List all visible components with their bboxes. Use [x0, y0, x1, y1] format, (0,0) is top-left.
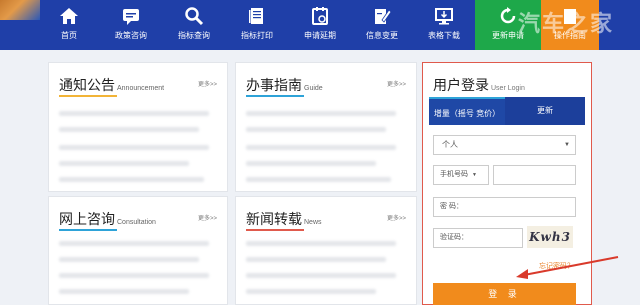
caret-down-icon: ▼ — [471, 172, 477, 178]
blurred-item[interactable] — [246, 241, 396, 246]
nav-info-change[interactable]: 信息变更 — [349, 0, 415, 50]
nav-label: 政策咨询 — [115, 31, 147, 40]
chat-icon — [123, 9, 139, 25]
blurred-item[interactable] — [246, 161, 376, 166]
panel-title: 办事指南 Guide — [246, 77, 323, 93]
blurred-item[interactable] — [59, 145, 209, 150]
blurred-item[interactable] — [246, 273, 396, 278]
blurred-item[interactable] — [59, 289, 189, 294]
panel-title: 新闻转载 News — [246, 211, 322, 227]
blurred-item[interactable] — [246, 127, 386, 132]
caret-down-icon: ▼ — [564, 142, 570, 148]
tab-update[interactable]: 更新 — [505, 97, 585, 125]
nav-query[interactable]: 指标查询 — [161, 0, 227, 50]
blurred-item[interactable] — [246, 177, 391, 182]
banner-decoration — [0, 0, 40, 20]
nav-print[interactable]: 指标打印 — [224, 0, 290, 50]
captcha-image[interactable]: Kwh3 — [527, 226, 573, 248]
monitor-icon — [435, 8, 453, 25]
login-button[interactable]: 登 录 — [433, 283, 576, 305]
nav-label: 指标查询 — [178, 31, 210, 40]
top-nav: 首页 政策咨询 指标查询 指标打印 申请延期 信息变更 表格下载 更新申请 操作… — [0, 0, 640, 50]
guide-panel: 办事指南 Guide 更多>> — [235, 62, 417, 192]
id-type-value: 手机号码 — [440, 171, 468, 178]
blurred-item[interactable] — [246, 289, 376, 294]
blurred-item[interactable] — [59, 273, 209, 278]
panel-title: 网上咨询 Consultation — [59, 211, 156, 227]
nav-label: 指标打印 — [241, 31, 273, 40]
id-type-select[interactable]: 手机号码 ▼ — [433, 165, 489, 185]
blurred-item[interactable] — [246, 145, 396, 150]
blurred-item[interactable] — [59, 127, 199, 132]
nav-label: 首页 — [61, 31, 77, 40]
more-link[interactable]: 更多>> — [198, 79, 217, 88]
blurred-item[interactable] — [246, 257, 386, 262]
nav-label: 信息变更 — [366, 31, 398, 40]
blurred-item[interactable] — [246, 111, 396, 116]
refresh-icon — [500, 7, 516, 24]
login-title: 用户登录 User Login — [433, 77, 525, 93]
nav-download[interactable]: 表格下载 — [411, 0, 477, 50]
more-link[interactable]: 更多>> — [387, 79, 406, 88]
document-icon — [249, 8, 263, 24]
title-underline — [246, 95, 304, 97]
nav-home[interactable]: 首页 — [36, 0, 102, 50]
more-link[interactable]: 更多>> — [387, 213, 406, 222]
home-icon — [60, 8, 78, 24]
annotation-arrow-icon — [516, 256, 619, 279]
watermark: 汽车之家 — [518, 11, 615, 36]
phone-input[interactable] — [493, 165, 576, 185]
nav-policy[interactable]: 政策咨询 — [98, 0, 164, 50]
consult-panel: 网上咨询 Consultation 更多>> — [48, 196, 228, 305]
user-type-value: 个人 — [442, 140, 458, 149]
blurred-item[interactable] — [59, 111, 209, 116]
nav-label: 申请延期 — [304, 31, 336, 40]
captcha-field[interactable]: 验证码： — [433, 228, 523, 248]
nav-extension[interactable]: 申请延期 — [287, 0, 353, 50]
user-type-select[interactable]: 个人 ▼ — [433, 135, 576, 155]
panel-title: 通知公告 Announcement — [59, 77, 165, 93]
title-underline — [59, 229, 117, 231]
news-panel: 新闻转载 News 更多>> — [235, 196, 417, 305]
notice-panel: 通知公告 Announcement 更多>> — [48, 62, 228, 192]
edit-icon — [375, 9, 392, 24]
search-icon — [185, 7, 204, 26]
calendar-icon — [312, 7, 328, 25]
tab-increment[interactable]: 增量（摇号 竞价） — [429, 97, 505, 125]
nav-label: 表格下载 — [428, 31, 460, 40]
more-link[interactable]: 更多>> — [198, 213, 217, 222]
blurred-item[interactable] — [59, 177, 204, 182]
title-underline — [246, 229, 304, 231]
blurred-item[interactable] — [59, 161, 189, 166]
blurred-item[interactable] — [59, 241, 209, 246]
blurred-item[interactable] — [59, 257, 199, 262]
password-field[interactable]: 密 码： — [433, 197, 576, 217]
title-underline — [59, 95, 117, 97]
